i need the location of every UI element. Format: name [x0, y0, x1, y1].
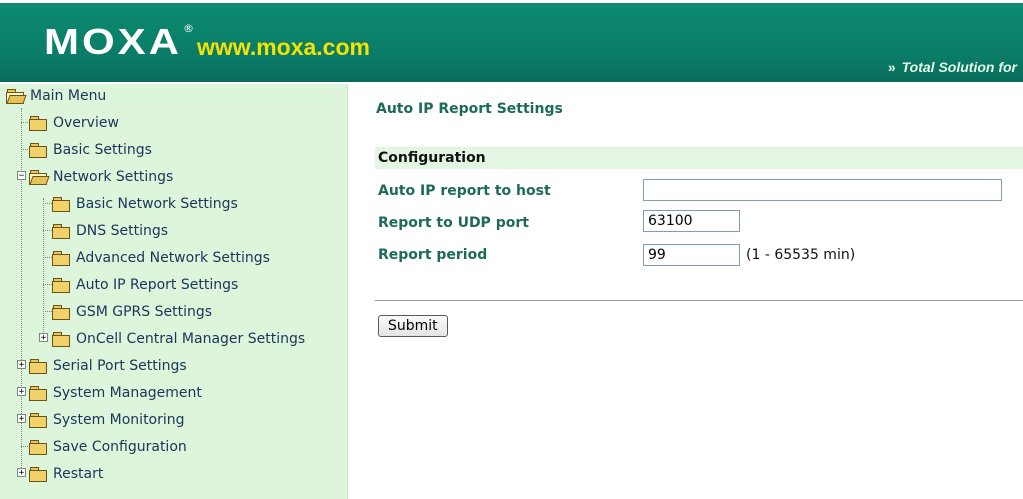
folder-icon — [52, 278, 70, 293]
folder-icon — [52, 251, 70, 266]
tagline: » Total Solution for — [888, 54, 1017, 80]
sidebar-item-label: Main Menu — [30, 88, 107, 104]
sidebar-tree: Main Menu Overview Basic Settings − Netw… — [0, 84, 348, 499]
folder-icon — [52, 224, 70, 239]
registered-mark: ® — [183, 22, 194, 35]
tree-connector — [43, 284, 52, 285]
double-chevron-right-icon: » — [887, 59, 896, 75]
open-folder-icon — [29, 170, 50, 185]
sidebar-item-label: Restart — [53, 466, 104, 482]
folder-icon — [29, 143, 47, 158]
moxa-logo[interactable]: MOXA — [44, 23, 182, 60]
sidebar-item-advanced-network-settings[interactable]: Advanced Network Settings — [52, 247, 270, 269]
sidebar-item-restart[interactable]: Restart — [29, 463, 103, 485]
sidebar-item-label: Basic Settings — [53, 142, 152, 158]
folder-icon — [29, 359, 47, 374]
sidebar-item-system-monitoring[interactable]: System Monitoring — [29, 409, 185, 431]
website-link[interactable]: www.moxa.com — [197, 34, 370, 60]
brand[interactable]: MOXA ® www.moxa.com — [44, 14, 370, 60]
sidebar-item-basic-network-settings[interactable]: Basic Network Settings — [52, 193, 238, 215]
sidebar-item-label: GSM GPRS Settings — [76, 304, 213, 320]
sidebar-item-oncell-central-manager-settings[interactable]: OnCell Central Manager Settings — [52, 328, 305, 350]
tree-connector — [43, 198, 44, 334]
host-label: Auto IP report to host — [378, 183, 551, 199]
page-title: Auto IP Report Settings — [376, 101, 563, 117]
form-divider — [375, 300, 1023, 301]
sidebar-item-basic-settings[interactable]: Basic Settings — [29, 139, 152, 161]
header-top-border — [0, 0, 1023, 3]
sidebar-item-system-management[interactable]: System Management — [29, 382, 202, 404]
submit-button[interactable]: Submit — [378, 315, 448, 337]
folder-icon — [29, 467, 47, 482]
report-period-range-hint: (1 - 65535 min) — [746, 247, 856, 263]
tree-connector — [43, 203, 52, 204]
sidebar-item-save-configuration[interactable]: Save Configuration — [29, 436, 187, 458]
folder-icon — [29, 413, 47, 428]
report-period-input[interactable] — [643, 244, 740, 266]
main-content: Auto IP Report Settings Configuration Au… — [348, 84, 1023, 499]
sidebar-item-label: System Monitoring — [53, 412, 185, 428]
udp-port-label: Report to UDP port — [378, 215, 529, 231]
sidebar-item-label: Network Settings — [53, 169, 174, 185]
expand-toggle-icon[interactable]: + — [39, 333, 48, 343]
sidebar-item-label: Basic Network Settings — [76, 196, 238, 212]
open-folder-icon — [6, 89, 27, 104]
tree-connector — [43, 230, 52, 231]
sidebar-item-auto-ip-report-settings[interactable]: Auto IP Report Settings — [52, 274, 238, 296]
folder-icon — [29, 116, 47, 131]
sidebar-item-serial-port-settings[interactable]: Serial Port Settings — [29, 355, 187, 377]
udp-port-input[interactable] — [643, 210, 740, 232]
sidebar-item-label: Save Configuration — [53, 439, 187, 455]
sidebar-item-label: DNS Settings — [76, 223, 169, 239]
report-period-label: Report period — [378, 247, 488, 263]
sidebar-item-label: Serial Port Settings — [53, 358, 187, 374]
tagline-text: Total Solution for — [901, 59, 1017, 75]
section-header-label: Configuration — [378, 150, 486, 166]
auto-ip-host-input[interactable] — [643, 179, 1002, 201]
expand-toggle-icon[interactable]: + — [17, 360, 26, 370]
site-header: MOXA ® www.moxa.com » Total Solution for — [0, 0, 1023, 82]
sidebar-item-label: Auto IP Report Settings — [76, 277, 239, 293]
folder-icon — [52, 332, 70, 347]
folder-icon — [29, 440, 47, 455]
folder-icon — [52, 305, 70, 320]
sidebar-item-label: Overview — [53, 115, 119, 131]
sidebar-item-overview[interactable]: Overview — [29, 112, 119, 134]
expand-toggle-icon[interactable]: + — [17, 414, 26, 424]
sidebar-item-network-settings[interactable]: Network Settings — [29, 166, 173, 188]
sidebar-item-label: System Management — [53, 385, 202, 401]
expand-toggle-icon[interactable]: + — [17, 387, 26, 397]
expand-toggle-icon[interactable]: + — [17, 468, 26, 478]
sidebar-item-gsm-gprs-settings[interactable]: GSM GPRS Settings — [52, 301, 212, 323]
tree-connector — [43, 311, 52, 312]
sidebar-item-label: Advanced Network Settings — [76, 250, 270, 266]
sidebar-item-label: OnCell Central Manager Settings — [76, 331, 306, 347]
folder-icon — [29, 386, 47, 401]
section-header: Configuration — [375, 147, 1023, 169]
sidebar-item-dns-settings[interactable]: DNS Settings — [52, 220, 168, 242]
tree-connector — [43, 257, 52, 258]
sidebar-item-main-menu[interactable]: Main Menu — [6, 85, 106, 107]
collapse-toggle-icon[interactable]: − — [17, 171, 26, 181]
folder-icon — [52, 197, 70, 212]
